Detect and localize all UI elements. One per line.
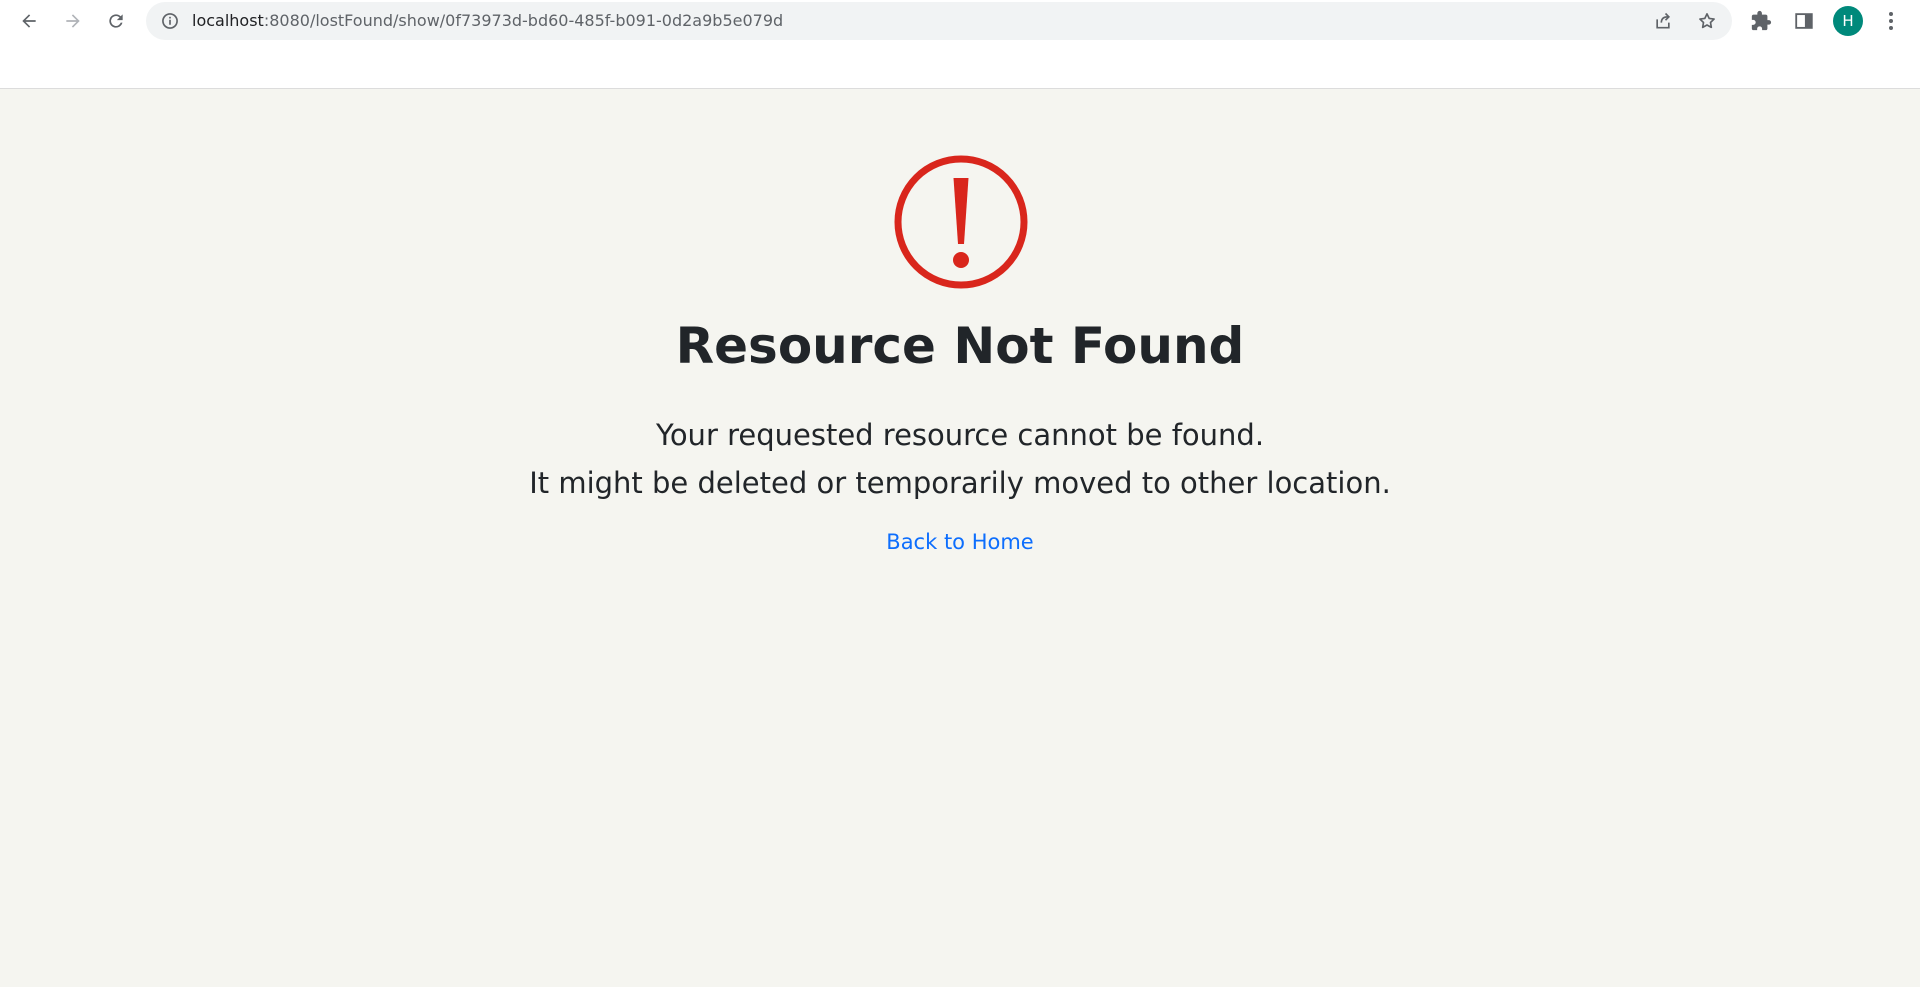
forward-button[interactable] (59, 7, 87, 35)
back-to-home-link[interactable]: Back to Home (886, 530, 1033, 554)
page-title: Resource Not Found (675, 317, 1245, 375)
back-link-container: Back to Home (0, 527, 1920, 557)
url-path: :8080/lostFound/show/0f73973d-bd60-485f-… (263, 11, 784, 30)
bookmark-star-icon[interactable] (1697, 11, 1717, 31)
page-header (0, 42, 1920, 89)
side-panel-icon[interactable] (1793, 10, 1815, 32)
more-vert-icon[interactable] (1881, 10, 1901, 32)
address-bar[interactable]: localhost:8080/lostFound/show/0f73973d-b… (146, 2, 1732, 40)
reload-icon (109, 14, 123, 28)
error-message-line-2: It might be deleted or temporarily moved… (529, 466, 1391, 500)
back-button[interactable] (15, 7, 43, 35)
exclamation-circle-icon (894, 155, 1028, 289)
back-arrow-icon (22, 14, 36, 28)
reload-button[interactable] (102, 7, 130, 35)
url-text[interactable]: localhost:8080/lostFound/show/0f73973d-b… (192, 11, 783, 30)
share-icon[interactable] (1653, 11, 1673, 31)
extensions-puzzle-icon[interactable] (1750, 10, 1772, 32)
browser-toolbar: localhost:8080/lostFound/show/0f73973d-b… (0, 0, 1920, 42)
forward-arrow-icon (66, 14, 80, 28)
profile-avatar[interactable]: H (1833, 6, 1863, 36)
error-message-line-1: Your requested resource cannot be found. (655, 418, 1265, 452)
error-page-content: Resource Not Found Your requested resour… (0, 89, 1920, 987)
site-info-icon[interactable] (160, 11, 180, 31)
profile-initial: H (1842, 12, 1854, 30)
url-host: localhost (192, 11, 264, 30)
